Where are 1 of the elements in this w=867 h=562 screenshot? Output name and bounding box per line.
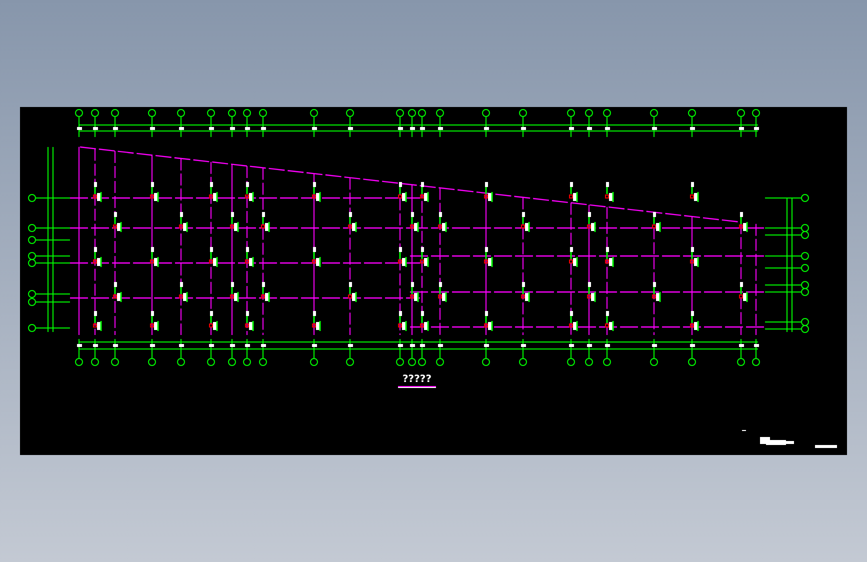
drawing-title: ????? — [401, 375, 432, 385]
